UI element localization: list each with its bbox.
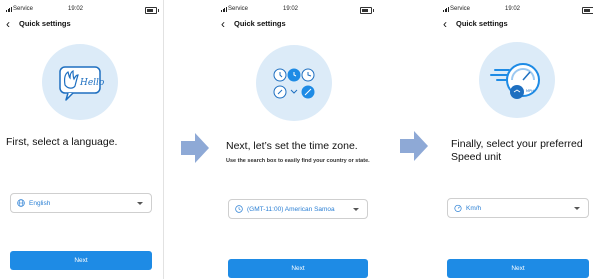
battery-icon (582, 7, 593, 14)
carrier-label: Service (443, 6, 470, 12)
header: ‹ Quick settings (221, 17, 372, 31)
hello-illustration: Hello (42, 44, 118, 120)
back-chevron-icon[interactable]: ‹ (221, 17, 225, 31)
status-bar: Service 19:02 (443, 6, 593, 15)
chevron-down-icon (353, 208, 359, 211)
status-bar: Service 19:02 (221, 6, 374, 15)
hello-wave-icon: Hello (59, 66, 105, 101)
header: ‹ Quick settings (6, 17, 157, 31)
language-select[interactable]: English (10, 193, 152, 213)
language-value: English (29, 200, 51, 207)
speed-unit-screen: Service 19:02 ‹ Quick settings MPH Final… (437, 0, 593, 279)
signal-icon (443, 6, 449, 12)
header: ‹ Quick settings (443, 17, 593, 31)
hello-text: Hello (79, 78, 105, 88)
timezone-screen: Service 19:02 ‹ Quick settings Next, let… (215, 0, 378, 279)
battery-icon (145, 7, 159, 14)
back-chevron-icon[interactable]: ‹ (6, 17, 10, 31)
flow-arrow-icon (400, 131, 428, 161)
status-time: 19:02 (68, 6, 84, 12)
clock-icon (235, 205, 243, 213)
next-button[interactable]: Next (228, 259, 368, 278)
battery-icon (360, 7, 374, 14)
chevron-down-icon (574, 207, 580, 210)
language-heading: First, select a language. (6, 136, 118, 148)
status-time: 19:02 (283, 6, 299, 12)
timezone-hint: Use the search box to easily find your c… (226, 158, 370, 164)
signal-icon (6, 6, 12, 12)
page-title: Quick settings (456, 19, 508, 28)
clocks-illustration (256, 45, 332, 121)
next-button[interactable]: Next (10, 251, 152, 270)
page-title: Quick settings (234, 19, 286, 28)
speed-unit-select[interactable]: Km/h (447, 198, 589, 218)
speedometer-illustration: MPH (479, 42, 555, 118)
speed-heading: Finally, select your preferred Speed uni… (451, 138, 583, 163)
clocks-icon (273, 68, 315, 99)
mph-text: MPH (526, 89, 534, 93)
carrier-label: Service (221, 6, 248, 12)
chevron-down-icon (137, 202, 143, 205)
next-button[interactable]: Next (447, 259, 589, 278)
speed-unit-value: Km/h (466, 205, 482, 212)
speedometer-icon (454, 204, 462, 212)
timezone-value: (GMT-11:00) American Samoa (247, 206, 335, 213)
status-time: 19:02 (505, 6, 521, 12)
status-bar: Service 19:02 (6, 6, 159, 15)
flow-arrow-icon (181, 133, 209, 163)
back-chevron-icon[interactable]: ‹ (443, 17, 447, 31)
speedometer-icon: MPH (490, 63, 540, 99)
page-title: Quick settings (19, 19, 71, 28)
timezone-heading: Next, let’s set the time zone. (226, 140, 358, 152)
signal-icon (221, 6, 227, 12)
language-screen: Service 19:02 ‹ Quick settings Hello Fir… (0, 0, 164, 279)
timezone-select[interactable]: (GMT-11:00) American Samoa (228, 199, 368, 219)
carrier-label: Service (6, 6, 33, 12)
globe-icon (17, 199, 25, 207)
